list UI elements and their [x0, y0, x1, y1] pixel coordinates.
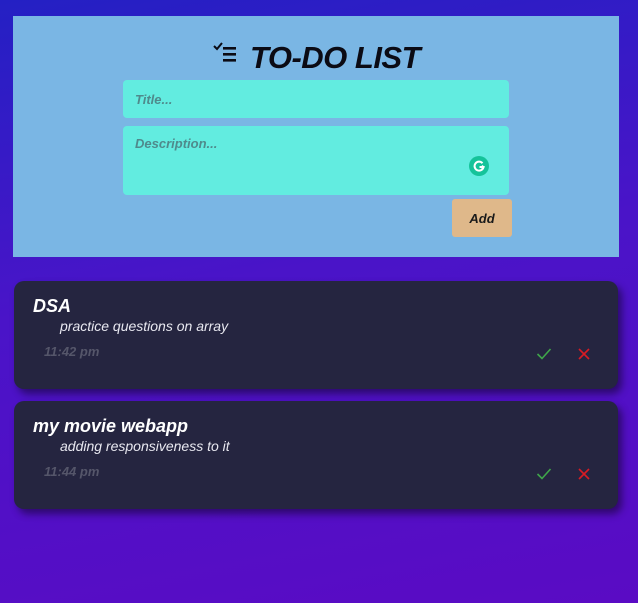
add-button[interactable]: Add	[452, 199, 512, 237]
close-icon	[578, 348, 590, 360]
delete-button[interactable]	[573, 343, 595, 365]
check-icon	[536, 468, 552, 480]
task-time: 11:44 pm	[44, 464, 100, 479]
description-input[interactable]	[123, 126, 509, 195]
task-card: DSA practice questions on array 11:42 pm	[14, 281, 618, 389]
title-input[interactable]	[123, 80, 509, 118]
task-card: my movie webapp adding responsiveness to…	[14, 401, 618, 509]
complete-button[interactable]	[533, 343, 555, 365]
title-row: TO-DO LIST	[13, 38, 619, 78]
grammarly-icon[interactable]	[469, 156, 489, 176]
task-title: my movie webapp	[33, 416, 189, 436]
check-icon	[536, 348, 552, 360]
complete-button[interactable]	[533, 463, 555, 485]
close-icon	[578, 468, 590, 480]
task-description: adding responsiveness to it	[60, 438, 230, 454]
checklist-icon	[213, 42, 236, 62]
task-time: 11:42 pm	[44, 344, 100, 359]
delete-button[interactable]	[573, 463, 595, 485]
header-panel: TO-DO LIST Add	[13, 16, 619, 257]
task-title: DSA	[33, 296, 72, 316]
page-title: TO-DO LIST	[249, 40, 421, 75]
task-description: practice questions on array	[60, 318, 229, 334]
